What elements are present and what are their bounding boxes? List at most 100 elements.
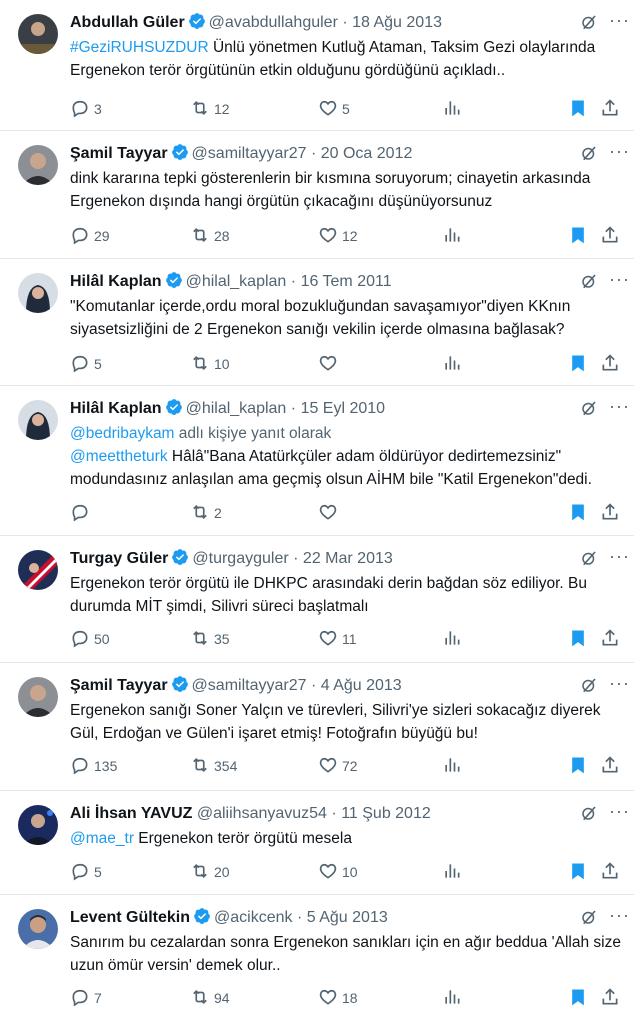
- author-name[interactable]: Hilâl Kaplan: [70, 400, 162, 417]
- more-icon[interactable]: ···: [609, 142, 630, 160]
- author-handle[interactable]: @avabdullahguler: [209, 14, 338, 31]
- grok-icon[interactable]: [580, 144, 598, 167]
- reply-button[interactable]: 3: [70, 98, 102, 118]
- views-button[interactable]: [442, 755, 466, 775]
- author-handle[interactable]: @acikcenk: [214, 909, 293, 926]
- retweet-button[interactable]: 20: [190, 861, 230, 881]
- bookmark-button[interactable]: [568, 861, 592, 881]
- views-button[interactable]: [442, 353, 466, 373]
- reply-button[interactable]: 29: [70, 225, 110, 245]
- bookmark-button[interactable]: [568, 755, 592, 775]
- bookmark-button[interactable]: [568, 502, 592, 522]
- bookmark-button[interactable]: [568, 987, 592, 1007]
- share-button[interactable]: [600, 628, 624, 648]
- reply-button[interactable]: 5: [70, 353, 102, 373]
- retweet-button[interactable]: 35: [190, 628, 230, 648]
- share-button[interactable]: [600, 861, 624, 881]
- tweet[interactable]: Levent Gültekin @acikcenk · 5 Ağu 2013 ··…: [0, 895, 634, 1013]
- retweet-button[interactable]: 10: [190, 353, 230, 373]
- avatar[interactable]: [18, 677, 58, 717]
- more-icon[interactable]: ···: [609, 674, 630, 692]
- avatar[interactable]: [18, 400, 58, 440]
- views-button[interactable]: [442, 225, 466, 245]
- views-button[interactable]: [442, 861, 466, 881]
- views-button[interactable]: [442, 98, 466, 118]
- tweet-date[interactable]: 20 Oca 2012: [321, 145, 413, 162]
- tweet[interactable]: Şamil Tayyar @samiltayyar27 · 4 Ağu 2013 …: [0, 663, 634, 791]
- grok-icon[interactable]: [580, 399, 598, 422]
- more-icon[interactable]: ···: [609, 906, 630, 924]
- views-button[interactable]: [442, 987, 466, 1007]
- author-handle[interactable]: @hilal_kaplan: [186, 400, 287, 417]
- retweet-button[interactable]: 94: [190, 987, 230, 1007]
- like-button[interactable]: 72: [318, 755, 358, 775]
- tweet-date[interactable]: 4 Ağu 2013: [321, 677, 402, 694]
- author-name[interactable]: Levent Gültekin: [70, 909, 190, 926]
- like-button[interactable]: 5: [318, 98, 350, 118]
- share-button[interactable]: [600, 987, 624, 1007]
- author-name[interactable]: Ali İhsan YAVUZ: [70, 805, 192, 822]
- author-name[interactable]: Şamil Tayyar: [70, 145, 168, 162]
- avatar[interactable]: [18, 550, 58, 590]
- mention-link[interactable]: @mae_tr: [70, 830, 134, 847]
- avatar[interactable]: [18, 14, 58, 54]
- more-icon[interactable]: ···: [609, 802, 630, 820]
- avatar[interactable]: [18, 145, 58, 185]
- tweet-date[interactable]: 22 Mar 2013: [303, 550, 393, 567]
- tweet-date[interactable]: 15 Eyl 2010: [301, 400, 386, 417]
- like-button[interactable]: 11: [318, 628, 357, 648]
- bookmark-button[interactable]: [568, 98, 592, 118]
- tweet[interactable]: Abdullah Güler @avabdullahguler · 18 Ağu …: [0, 0, 634, 131]
- share-button[interactable]: [600, 502, 624, 522]
- views-button[interactable]: [442, 628, 466, 648]
- reply-mention-link[interactable]: @bedribaykam: [70, 425, 174, 442]
- mention-link[interactable]: @meettheturk: [70, 448, 168, 465]
- share-button[interactable]: [600, 353, 624, 373]
- reply-button[interactable]: 135: [70, 755, 117, 775]
- grok-icon[interactable]: [580, 13, 598, 36]
- reply-button[interactable]: [70, 502, 94, 522]
- retweet-button[interactable]: 354: [190, 755, 237, 775]
- more-icon[interactable]: ···: [609, 11, 630, 29]
- tweet-date[interactable]: 16 Tem 2011: [301, 273, 392, 290]
- avatar[interactable]: [18, 909, 58, 949]
- more-icon[interactable]: ···: [609, 270, 630, 288]
- bookmark-button[interactable]: [568, 353, 592, 373]
- avatar[interactable]: [18, 805, 58, 845]
- retweet-button[interactable]: 2: [190, 502, 222, 522]
- author-name[interactable]: Abdullah Güler: [70, 14, 185, 31]
- like-button[interactable]: [318, 353, 342, 373]
- author-handle[interactable]: @aliihsanyavuz54: [197, 805, 327, 822]
- author-handle[interactable]: @turgayguler: [192, 550, 288, 567]
- tweet-date[interactable]: 11 Şub 2012: [341, 805, 431, 822]
- tweet[interactable]: Turgay Güler @turgayguler · 22 Mar 2013 ·…: [0, 536, 634, 663]
- author-name[interactable]: Hilâl Kaplan: [70, 273, 162, 290]
- tweet[interactable]: Hilâl Kaplan @hilal_kaplan · 15 Eyl 2010 …: [0, 386, 634, 536]
- tweet-date[interactable]: 18 Ağu 2013: [352, 14, 442, 31]
- grok-icon[interactable]: [580, 908, 598, 931]
- reply-button[interactable]: 5: [70, 861, 102, 881]
- more-icon[interactable]: ···: [609, 397, 630, 415]
- grok-icon[interactable]: [580, 676, 598, 699]
- avatar[interactable]: [18, 273, 58, 313]
- tweet[interactable]: Şamil Tayyar @samiltayyar27 · 20 Oca 2012…: [0, 131, 634, 259]
- retweet-button[interactable]: 28: [190, 225, 230, 245]
- tweet[interactable]: Ali İhsan YAVUZ @aliihsanyavuz54 · 11 Şu…: [0, 791, 634, 895]
- like-button[interactable]: 10: [318, 861, 358, 881]
- hashtag-link[interactable]: #GeziRUHSUZDUR: [70, 39, 209, 56]
- more-icon[interactable]: ···: [609, 547, 630, 565]
- tweet-date[interactable]: 5 Ağu 2013: [307, 909, 388, 926]
- grok-icon[interactable]: [580, 804, 598, 827]
- author-handle[interactable]: @samiltayyar27: [192, 145, 307, 162]
- author-name[interactable]: Şamil Tayyar: [70, 677, 168, 694]
- like-button[interactable]: 12: [318, 225, 358, 245]
- bookmark-button[interactable]: [568, 628, 592, 648]
- share-button[interactable]: [600, 755, 624, 775]
- author-handle[interactable]: @samiltayyar27: [192, 677, 307, 694]
- like-button[interactable]: [318, 502, 342, 522]
- bookmark-button[interactable]: [568, 225, 592, 245]
- grok-icon[interactable]: [580, 549, 598, 572]
- share-button[interactable]: [600, 225, 624, 245]
- tweet[interactable]: Hilâl Kaplan @hilal_kaplan · 16 Tem 2011 …: [0, 259, 634, 386]
- author-name[interactable]: Turgay Güler: [70, 550, 168, 567]
